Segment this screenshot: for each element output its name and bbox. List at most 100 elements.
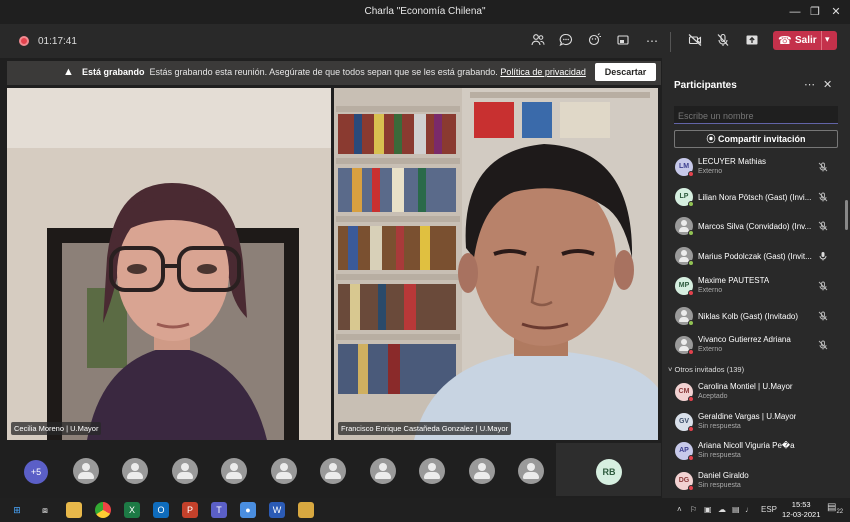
notification-icon[interactable]: ▤22 — [827, 502, 843, 515]
chrome-icon[interactable] — [95, 502, 111, 518]
mic-muted-icon[interactable] — [818, 311, 828, 323]
participant-row[interactable]: Marius Podolczak (Gast) (Invit... — [668, 244, 840, 270]
participant-row[interactable]: CM Carolina Montiel | U.Mayor Aceptado — [668, 380, 840, 406]
more-participants-badge[interactable]: +5 — [24, 460, 48, 484]
person-icon[interactable] — [370, 458, 396, 484]
participant-name: Daniel Giraldo — [698, 471, 749, 481]
presence-status-icon — [688, 171, 694, 177]
file-explorer-icon[interactable] — [66, 502, 82, 518]
person-icon[interactable] — [469, 458, 495, 484]
dismiss-button[interactable]: Descartar — [595, 63, 656, 81]
person-icon[interactable] — [172, 458, 198, 484]
mic-muted-icon[interactable] — [818, 192, 828, 204]
paint-icon[interactable]: ● — [240, 502, 256, 518]
tray-monitor-icon[interactable]: ▣ — [704, 505, 712, 514]
outlook-icon[interactable]: O — [153, 502, 169, 518]
person-icon[interactable] — [271, 458, 297, 484]
participant-status-text: Sin respuesta — [698, 452, 741, 460]
mic-on-icon[interactable] — [818, 251, 828, 263]
close-window-icon[interactable]: ✕ — [827, 3, 845, 21]
onedrive-icon[interactable]: ☁ — [718, 505, 726, 514]
participant-status-text: Sin respuesta — [698, 422, 741, 430]
panel-more-icon[interactable]: ⋯ — [804, 78, 815, 91]
tray-chevron-icon[interactable]: ˄ — [677, 505, 682, 514]
taskbar-clock[interactable]: 15:53 12-03-2021 — [782, 500, 820, 520]
participant-row[interactable]: GV Geraldine Vargas | U.Mayor Sin respuest… — [668, 410, 840, 436]
share-invite-label: Compartir invitación — [718, 134, 806, 144]
app-icon[interactable] — [298, 502, 314, 518]
leave-label: Salir — [795, 35, 817, 46]
participant-row[interactable]: Vivanco Gutierrez Adriana Externo — [668, 333, 840, 359]
meeting-timer: 01:17:41 — [38, 36, 77, 47]
participant-row[interactable]: DG Daniel Giraldo Sin respuesta — [668, 469, 840, 495]
person-icon[interactable] — [419, 458, 445, 484]
participant-row[interactable]: MP Maxime PAUTESTA Externo — [668, 274, 840, 300]
participant-search-box[interactable] — [674, 106, 838, 125]
rooms-icon[interactable] — [614, 33, 632, 49]
banner-bold: Está grabando — [82, 67, 145, 77]
network-icon[interactable]: ▤ — [732, 505, 740, 514]
participant-name: Marcos Silva (Convidado) (Inv... — [698, 222, 812, 232]
window-title: Charla "Economía Chilena" — [364, 6, 486, 17]
mic-muted-icon[interactable] — [818, 340, 828, 352]
clock-date: 12-03-2021 — [782, 510, 821, 519]
language-indicator[interactable]: ESP — [761, 505, 777, 514]
mic-muted-icon[interactable] — [818, 281, 828, 293]
participant-row[interactable]: AP Ariana Nicoll Viguria Pe�a Sin respuest… — [668, 439, 840, 465]
participant-row[interactable]: LM LECUYER Mathias Externo — [668, 155, 840, 181]
leave-button[interactable]: ☎ Salir ▾ — [773, 31, 837, 50]
participant-name-label: Cecilia Moreno | U.Mayor — [11, 422, 102, 435]
chat-icon[interactable] — [557, 33, 575, 49]
participant-name: Niklas Kolb (Gast) (Invitado) — [698, 311, 799, 321]
windows-start-icon[interactable]: ⊞ — [9, 502, 25, 518]
tray-app-icon[interactable]: ⚐ — [690, 505, 697, 514]
powerpoint-icon[interactable]: P — [182, 502, 198, 518]
excel-icon[interactable]: X — [124, 502, 140, 518]
video-tile-2[interactable]: Francisco Enrique Castañeda Gonzalez | U… — [334, 88, 658, 440]
task-view-icon[interactable]: ⧈ — [37, 502, 53, 518]
participant-row[interactable]: Marcos Silva (Convidado) (Inv... — [668, 214, 840, 240]
participants-icon[interactable] — [529, 33, 547, 49]
others-section-header[interactable]: ˅ Otros invitados (139) — [668, 365, 744, 374]
privacy-link[interactable]: Política de privacidad — [500, 67, 586, 77]
person-icon[interactable] — [122, 458, 148, 484]
person-icon[interactable] — [221, 458, 247, 484]
presence-status-icon — [688, 349, 694, 356]
minimize-icon[interactable]: — — [786, 3, 804, 21]
title-bar: Charla "Economía Chilena" — ❐ ✕ — [0, 0, 850, 24]
chevron-down-icon: ˅ — [668, 365, 673, 374]
more-options-icon[interactable]: ⋯ — [643, 33, 661, 49]
volume-icon[interactable]: ♩ — [745, 505, 753, 514]
participant-status-text: Externo — [698, 286, 723, 294]
share-screen-icon[interactable] — [743, 33, 761, 49]
presence-status-icon — [688, 260, 694, 267]
participant-search-input[interactable] — [674, 107, 838, 125]
mic-muted-icon[interactable] — [818, 221, 828, 233]
presence-status-icon — [688, 319, 694, 326]
participant-status-text: Externo — [698, 168, 723, 175]
participant-row[interactable]: LP Lilian Nora Pötsch (Gast) (Invi... — [668, 185, 840, 211]
video-tile-1[interactable]: Cecilia Moreno | U.Mayor — [7, 88, 331, 440]
clock-time: 15:53 — [791, 500, 811, 509]
participant-name: Carolina Montiel | U.Mayor — [698, 382, 793, 391]
person-icon[interactable] — [73, 458, 99, 484]
person-icon[interactable] — [320, 458, 346, 484]
teams-icon[interactable]: T — [211, 502, 227, 518]
panel-scrollbar[interactable] — [845, 200, 848, 230]
reactions-icon[interactable] — [586, 33, 604, 49]
leave-divider — [821, 31, 822, 50]
share-invite-button[interactable]: ⦿ Compartir invitación — [674, 130, 838, 148]
chevron-down-icon[interactable]: ▾ — [825, 34, 830, 45]
restore-icon[interactable]: ❐ — [806, 3, 824, 21]
word-icon[interactable]: W — [269, 502, 285, 518]
person-icon[interactable] — [518, 458, 544, 484]
hang-up-icon: ☎ — [778, 35, 792, 47]
recording-icon — [19, 36, 29, 46]
presence-status-icon — [688, 455, 694, 462]
panel-close-icon[interactable]: ✕ — [823, 78, 832, 91]
camera-off-icon[interactable] — [686, 33, 704, 49]
mic-muted-icon[interactable] — [818, 162, 828, 174]
participant-row[interactable]: Niklas Kolb (Gast) (Invitado) — [668, 304, 840, 330]
mic-off-icon[interactable] — [714, 33, 732, 49]
participant-name: Ariana Nicoll Viguria Pe�a — [698, 441, 795, 451]
